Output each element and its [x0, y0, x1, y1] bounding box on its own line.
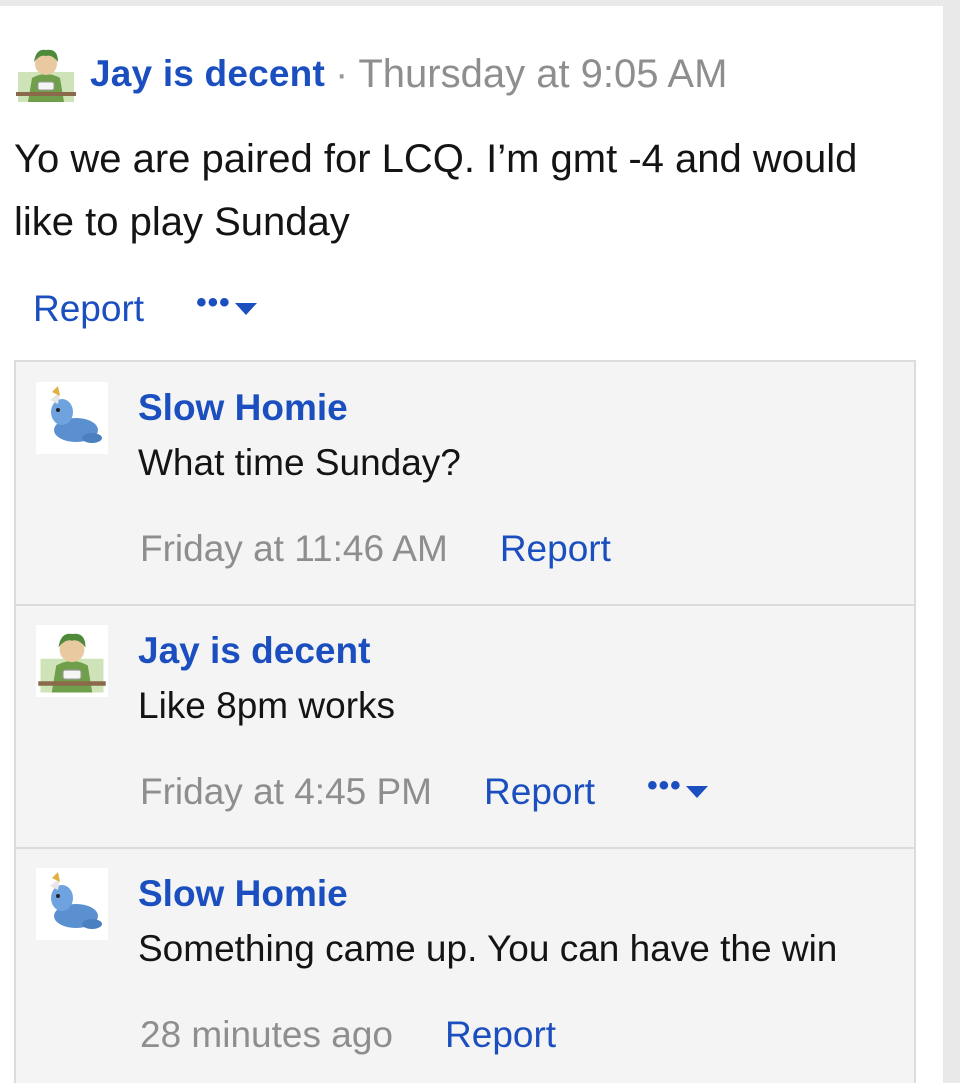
post-author-link[interactable]: Jay is decent	[90, 53, 325, 95]
comment-author-link[interactable]: Slow Homie	[138, 873, 348, 915]
comment-text: What time Sunday?	[138, 442, 461, 483]
comment-item: Slow Homie What time Sunday? Friday at 1…	[16, 362, 914, 606]
seal-pokemon-avatar-icon[interactable]	[36, 382, 108, 454]
header-separator: ·	[335, 51, 349, 96]
comment-timestamp[interactable]: Friday at 4:45 PM	[140, 771, 432, 813]
comment-report-link[interactable]: Report	[445, 1014, 556, 1056]
post-more-menu[interactable]: •••	[196, 288, 257, 318]
more-dots-icon: •••	[196, 286, 231, 319]
post-header: Jay is decent · Thursday at 9:05 AM	[14, 42, 727, 106]
comment-author-link[interactable]: Jay is decent	[138, 630, 370, 672]
post-message: Yo we are paired for LCQ. I’m gmt -4 and…	[14, 137, 858, 244]
comment-item: Slow Homie Something came up. You can ha…	[16, 848, 914, 1083]
seal-pokemon-avatar-icon[interactable]	[36, 868, 108, 940]
comment-more-menu[interactable]: •••	[647, 771, 708, 801]
comment-timestamp[interactable]: 28 minutes ago	[140, 1014, 393, 1056]
post-actions: Report •••	[33, 284, 257, 334]
zoro-eating-avatar-icon[interactable]	[14, 42, 78, 106]
chevron-down-icon	[234, 303, 257, 315]
chevron-down-icon	[685, 786, 708, 798]
post-report-link[interactable]: Report	[33, 288, 144, 330]
comment-meta: Friday at 4:45 PM Report •••	[140, 767, 708, 817]
comment-text: Something came up. You can have the win	[138, 928, 838, 969]
profile-post: Jay is decent · Thursday at 9:05 AM Yo w…	[0, 6, 943, 1083]
comments-list: Slow Homie What time Sunday? Friday at 1…	[14, 360, 916, 1083]
comment-report-link[interactable]: Report	[500, 528, 611, 570]
comment-author-link[interactable]: Slow Homie	[138, 387, 348, 429]
comment-timestamp[interactable]: Friday at 11:46 AM	[140, 528, 448, 570]
comment-text: Like 8pm works	[138, 685, 396, 726]
comment-report-link[interactable]: Report	[484, 771, 595, 813]
post-timestamp[interactable]: Thursday at 9:05 AM	[358, 52, 727, 97]
comment-meta: Friday at 11:46 AM Report	[140, 524, 611, 574]
comment-item: Jay is decent Like 8pm works Friday at 4…	[16, 605, 914, 849]
more-dots-icon: •••	[647, 769, 682, 802]
comment-meta: 28 minutes ago Report	[140, 1010, 556, 1060]
zoro-eating-avatar-icon[interactable]	[36, 625, 108, 697]
